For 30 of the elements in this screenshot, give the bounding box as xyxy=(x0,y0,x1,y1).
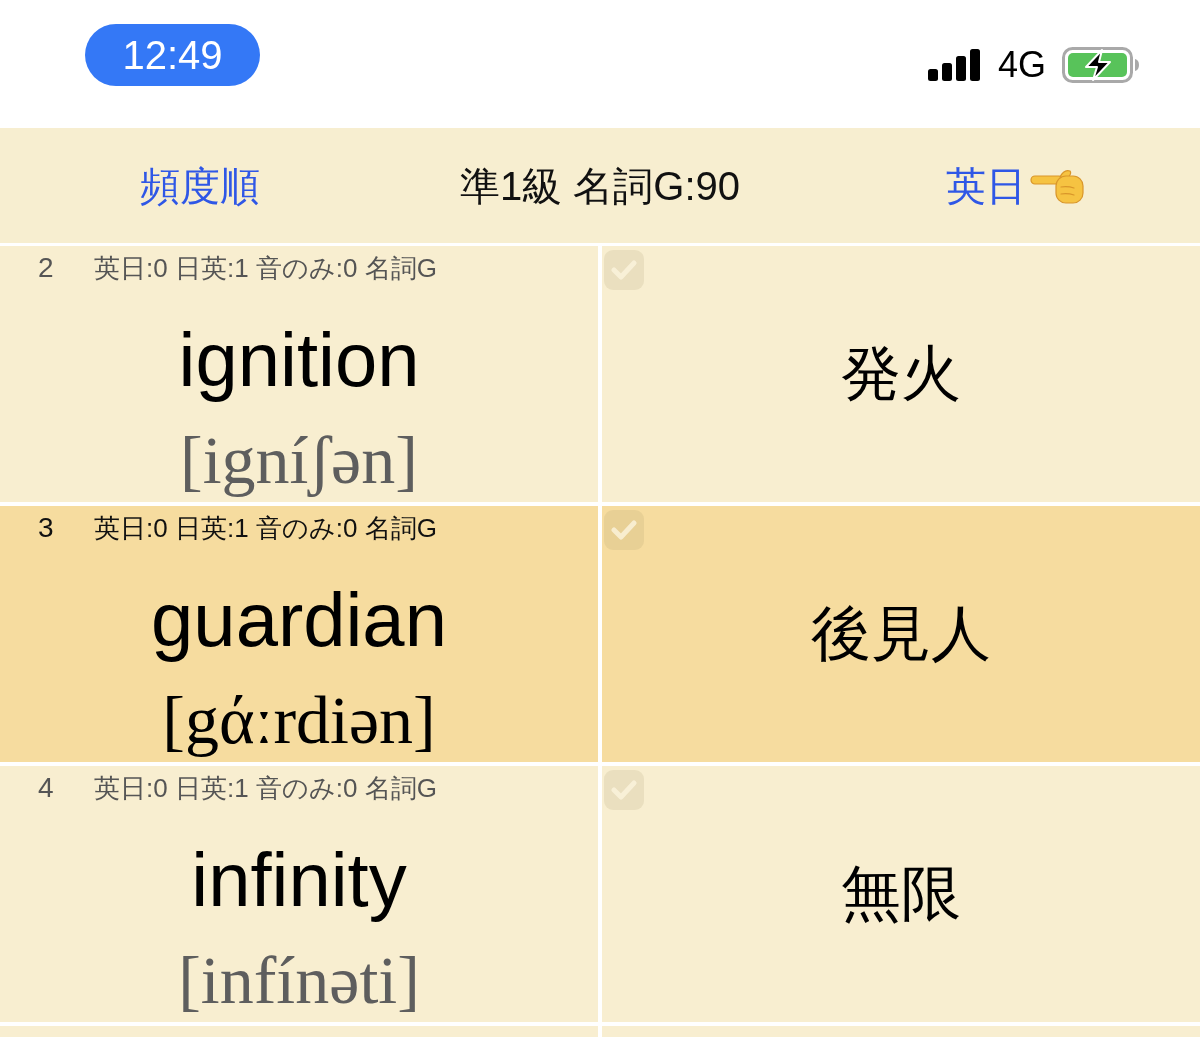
word-cell[interactable]: 2 英日:0 日英:1 音のみ:0 名詞G ignition [igníʃən] xyxy=(0,246,598,502)
check-icon xyxy=(611,519,637,541)
check-icon xyxy=(611,779,637,801)
battery-charging-icon xyxy=(1062,47,1140,83)
japanese-meaning: 無限 xyxy=(841,864,961,924)
word-cell[interactable]: 4 英日:0 日英:1 音のみ:0 名詞G infinity [infínəti] xyxy=(0,766,598,1022)
row-number: 4 xyxy=(38,774,55,802)
checkbox[interactable] xyxy=(604,770,644,810)
checkbox[interactable] xyxy=(604,250,644,290)
signal-icon xyxy=(927,49,982,81)
japanese-meaning: 後見人 xyxy=(811,604,991,664)
word-cell[interactable]: 3 英日:0 日英:1 音のみ:0 名詞G guardian [gάːrdiən] xyxy=(0,506,598,762)
meaning-cell[interactable]: 無限 xyxy=(602,766,1200,1022)
row-number: 3 xyxy=(38,514,55,542)
pronunciation: [infínəti] xyxy=(178,946,420,1014)
japanese-meaning: 発火 xyxy=(841,344,961,404)
stats-text: 英日:0 日英:1 音のみ:0 名詞G xyxy=(94,515,437,541)
row-number: 2 xyxy=(38,254,55,282)
check-icon xyxy=(611,259,637,281)
pointing-hand-icon xyxy=(1030,167,1084,204)
meaning-cell[interactable]: 発火 xyxy=(602,246,1200,502)
stats-text: 英日:0 日英:1 音のみ:0 名詞G xyxy=(94,775,437,801)
meaning-cell[interactable]: 後見人 xyxy=(602,506,1200,762)
network-label: 4G xyxy=(997,47,1046,83)
checkbox[interactable] xyxy=(604,510,644,550)
stats-text: 英日:0 日英:1 音のみ:0 名詞G xyxy=(94,255,437,281)
sort-button[interactable]: 頻度順 xyxy=(140,165,260,206)
nav-title: 準1級 名詞G:90 xyxy=(459,165,741,206)
direction-button[interactable]: 英日 xyxy=(916,165,1084,206)
time-pill: 12:49 xyxy=(85,24,260,86)
